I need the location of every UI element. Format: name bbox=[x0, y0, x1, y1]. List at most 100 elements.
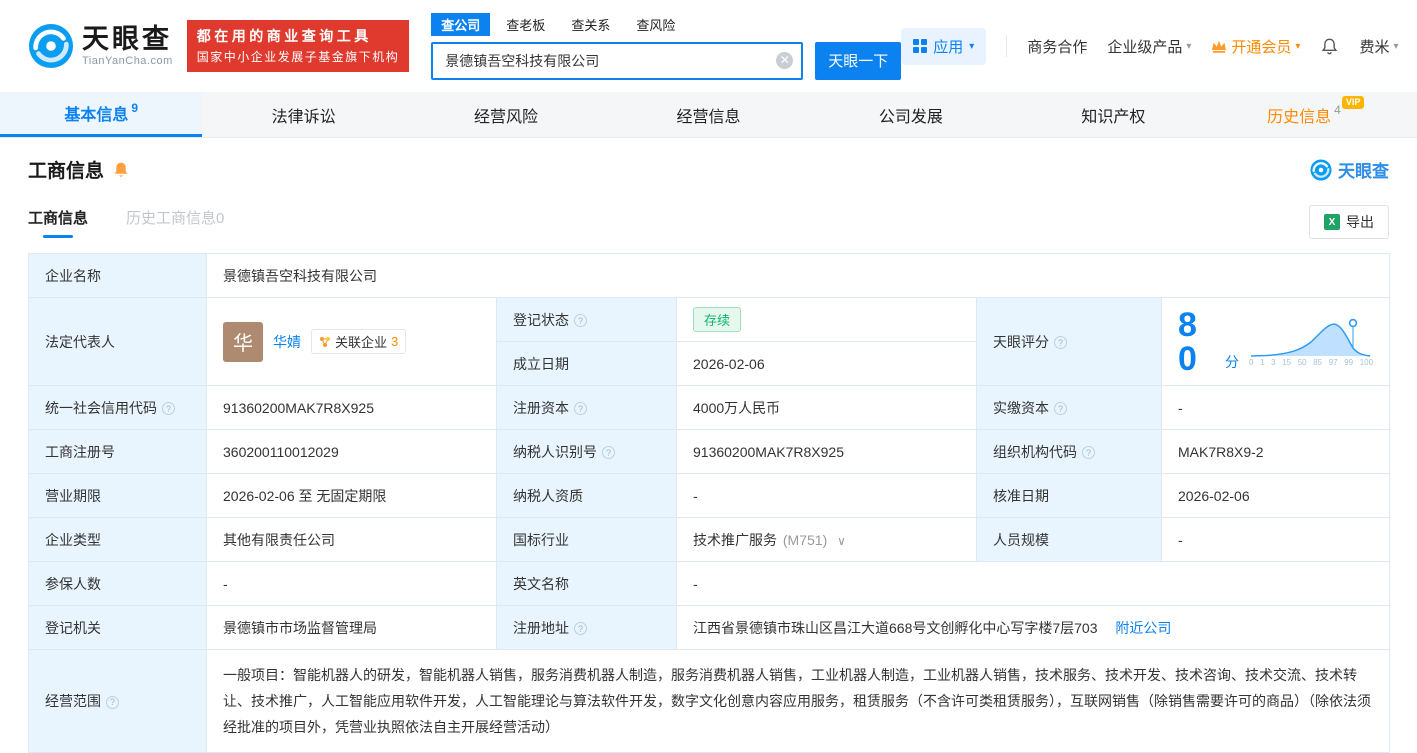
help-icon[interactable]: ? bbox=[1054, 402, 1067, 415]
chevron-down-icon: ▾ bbox=[1186, 40, 1192, 52]
table-row: 企业名称 景德镇吾空科技有限公司 bbox=[28, 253, 1391, 298]
company-nav-tabs: 基本信息 9 法律诉讼 经营风险 经营信息 公司发展 知识产权 历史信息 4 V… bbox=[0, 92, 1417, 138]
related-company-tag[interactable]: 关联企业 3 bbox=[311, 329, 407, 354]
alert-bell-icon[interactable] bbox=[112, 161, 130, 179]
help-icon[interactable]: ? bbox=[162, 402, 175, 415]
reg-status-label: 登记状态? bbox=[496, 297, 677, 342]
address-text: 江西省景德镇市珠山区昌江大道668号文创孵化中心写字楼7层703 bbox=[693, 619, 1098, 636]
industry-label: 国标行业 bbox=[496, 517, 677, 562]
search-tab-relation[interactable]: 查关系 bbox=[561, 13, 620, 36]
search-tab-boss[interactable]: 查老板 bbox=[496, 13, 555, 36]
tab-label: 经营信息 bbox=[676, 108, 741, 126]
subtab-business-info[interactable]: 工商信息 bbox=[28, 207, 88, 238]
insured-count-value: - bbox=[206, 561, 497, 606]
approval-date-label: 核准日期 bbox=[976, 473, 1162, 518]
promo-banner-line2: 国家中小企业发展子基金旗下机构 bbox=[196, 49, 400, 64]
business-term-label: 营业期限 bbox=[28, 473, 207, 518]
help-icon[interactable]: ? bbox=[1054, 336, 1067, 349]
help-icon[interactable]: ? bbox=[602, 446, 615, 459]
legal-rep-label: 法定代表人 bbox=[28, 297, 207, 386]
table-row: 法定代表人 华 华婧 关联企业 3 登记状态 ? 存续 天眼评分 ? 80 分 … bbox=[28, 297, 1391, 386]
reg-authority-label: 登记机关 bbox=[28, 605, 207, 650]
search-area: 查公司 查老板 查关系 查风险 ✕ 天眼一下 bbox=[431, 12, 902, 80]
user-menu[interactable]: 费米 ▾ bbox=[1359, 36, 1398, 57]
company-type-label: 企业类型 bbox=[28, 517, 207, 562]
staff-size-label: 人员规模 bbox=[976, 517, 1162, 562]
nearby-companies-link[interactable]: 附近公司 bbox=[1115, 620, 1171, 636]
chevron-down-icon: ▾ bbox=[1393, 40, 1399, 52]
top-header: 天眼查 TianYanCha.com 都在用的商业查询工具 国家中小企业发展子基… bbox=[0, 0, 1417, 92]
tab-legal-litigation[interactable]: 法律诉讼 bbox=[202, 92, 404, 137]
search-input[interactable] bbox=[431, 41, 804, 80]
table-row: 企业类型 其他有限责任公司 国标行业 技术推广服务 (M751) ∨ 人员规模 … bbox=[28, 517, 1391, 562]
score-cell: 80 分 0 1 3 15 50 85 97 99 100 bbox=[1160, 297, 1391, 386]
tab-company-development[interactable]: 公司发展 bbox=[810, 92, 1012, 137]
score-axis-labels: 0 1 3 15 50 85 97 99 100 bbox=[1249, 357, 1374, 367]
paid-capital-value: - bbox=[1160, 385, 1391, 430]
tab-intellectual-property[interactable]: 知识产权 bbox=[1012, 92, 1214, 137]
business-term-value: 2026-02-06 至 无固定期限 bbox=[206, 473, 497, 518]
taxpayer-id-label: 纳税人识别号? bbox=[496, 429, 677, 474]
english-name-label: 英文名称 bbox=[496, 561, 677, 606]
business-scope-value: 一般项目：智能机器人的研发，智能机器人销售，服务消费机器人制造，服务消费机器人销… bbox=[205, 649, 1391, 753]
search-tabs: 查公司 查老板 查关系 查风险 bbox=[431, 12, 901, 36]
tab-basic-info[interactable]: 基本信息 9 bbox=[0, 92, 203, 137]
tianyancha-logo[interactable]: 天眼查 TianYanCha.com bbox=[28, 23, 173, 69]
table-row: 工商注册号 360200110012029 纳税人识别号? 91360200MA… bbox=[28, 429, 1391, 474]
tab-history-info[interactable]: 历史信息 4 VIP bbox=[1215, 92, 1417, 137]
field-label: 经营范围 bbox=[45, 693, 101, 709]
header-menu: 应用 ▾ 商务合作 企业级产品 ▾ 开通会员 ▾ 费米 ▾ bbox=[901, 27, 1398, 65]
subtab-history-business-info[interactable]: 历史工商信息0 bbox=[126, 207, 224, 238]
tab-label: 公司发展 bbox=[878, 108, 943, 126]
watermark-label: 天眼查 bbox=[1338, 162, 1389, 181]
tab-label: 历史信息 bbox=[1267, 108, 1332, 126]
clear-icon[interactable]: ✕ bbox=[776, 51, 794, 69]
help-icon[interactable]: ? bbox=[106, 695, 119, 709]
table-row: 参保人数 - 英文名称 - bbox=[28, 561, 1391, 606]
chevron-down-icon[interactable]: ∨ bbox=[837, 534, 846, 548]
field-label: 天眼评分 bbox=[993, 333, 1049, 350]
establish-date-value: 2026-02-06 bbox=[676, 341, 977, 386]
chevron-down-icon: ▾ bbox=[969, 40, 975, 52]
export-button[interactable]: X 导出 bbox=[1309, 205, 1389, 239]
avatar[interactable]: 华 bbox=[223, 321, 263, 362]
logo-subtitle: TianYanCha.com bbox=[82, 54, 173, 67]
score-unit: 分 bbox=[1225, 353, 1240, 370]
tab-label: 基本信息 bbox=[64, 107, 129, 124]
section-title: 工商信息 bbox=[28, 161, 105, 182]
industry-value: 技术推广服务 (M751) ∨ bbox=[676, 517, 977, 562]
status-badge: 存续 bbox=[693, 307, 742, 332]
legal-rep-link[interactable]: 华婧 bbox=[273, 332, 301, 352]
menu-enterprise-products[interactable]: 企业级产品 ▾ bbox=[1107, 36, 1191, 57]
notification-bell-icon[interactable] bbox=[1320, 37, 1339, 56]
help-icon[interactable]: ? bbox=[574, 314, 587, 327]
field-label: 注册资本 bbox=[513, 399, 569, 416]
address-label: 注册地址? bbox=[496, 605, 677, 650]
tianyancha-logo-icon bbox=[1310, 158, 1332, 181]
tianyancha-logo-icon bbox=[28, 23, 74, 69]
related-company-icon bbox=[319, 336, 331, 348]
score-label: 天眼评分? bbox=[976, 297, 1162, 386]
help-icon[interactable]: ? bbox=[574, 622, 587, 635]
enterprise-products-label: 企业级产品 bbox=[1107, 38, 1183, 56]
menu-open-vip[interactable]: 开通会员 ▾ bbox=[1211, 36, 1300, 57]
help-icon[interactable]: ? bbox=[574, 402, 587, 415]
tab-operation-info[interactable]: 经营信息 bbox=[607, 92, 809, 137]
help-icon[interactable]: ? bbox=[1082, 446, 1095, 459]
approval-date-value: 2026-02-06 bbox=[1160, 473, 1391, 518]
org-code-label: 组织机构代码? bbox=[976, 429, 1162, 474]
menu-cooperation[interactable]: 商务合作 bbox=[1027, 36, 1087, 57]
search-button[interactable]: 天眼一下 bbox=[815, 41, 902, 80]
industry-name: 技术推广服务 bbox=[693, 531, 777, 548]
tab-label: 法律诉讼 bbox=[271, 108, 336, 126]
apps-button[interactable]: 应用 ▾ bbox=[901, 27, 987, 65]
credit-code-label: 统一社会信用代码? bbox=[28, 385, 207, 430]
search-tab-company[interactable]: 查公司 bbox=[431, 12, 491, 36]
tab-count: 9 bbox=[131, 101, 139, 115]
field-label: 注册地址 bbox=[513, 619, 569, 636]
taxpayer-quality-label: 纳税人资质 bbox=[496, 473, 677, 518]
crown-icon bbox=[1211, 40, 1227, 53]
search-tab-risk[interactable]: 查风险 bbox=[626, 13, 685, 36]
field-label: 登记状态 bbox=[513, 311, 569, 328]
tab-operation-risk[interactable]: 经营风险 bbox=[405, 92, 607, 137]
